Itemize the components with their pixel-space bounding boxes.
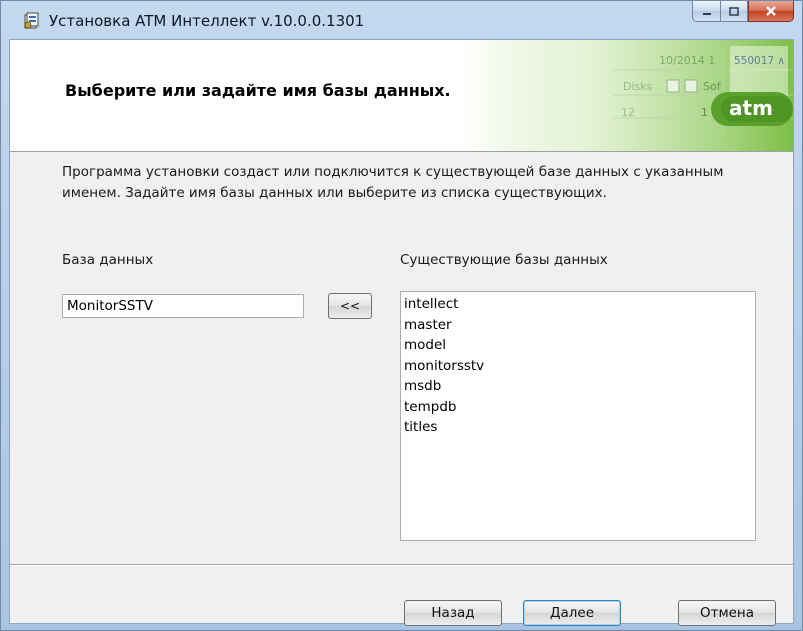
header-banner: Выберите или задайте имя базы данных. 10… — [10, 40, 793, 152]
close-button[interactable] — [748, 1, 794, 22]
list-item[interactable]: master — [403, 315, 755, 336]
list-item[interactable]: model — [403, 335, 755, 356]
atm-logo: atm — [729, 96, 773, 120]
page-heading: Выберите или задайте имя базы данных. — [65, 81, 451, 100]
existing-databases-label: Существующие базы данных — [400, 252, 608, 268]
caption-buttons — [692, 1, 794, 23]
banner-fragment-12: 12 — [621, 106, 635, 119]
cancel-button[interactable]: Отмена — [678, 600, 776, 626]
installer-icon — [23, 12, 41, 30]
select-from-list-button[interactable]: << — [328, 293, 372, 319]
dialog-client-area: Выберите или задайте имя базы данных. 10… — [9, 39, 794, 626]
existing-databases-list[interactable]: intellect master model monitorsstv msdb … — [400, 291, 756, 541]
maximize-button[interactable] — [720, 1, 748, 22]
list-item[interactable]: monitorsstv — [403, 356, 755, 377]
maximize-icon — [728, 2, 740, 21]
banner-fragment-1: 1 — [701, 106, 708, 119]
back-button[interactable]: Назад — [404, 600, 502, 626]
banner-fragment-soft: Sof — [703, 80, 722, 93]
banner-fragment-disks: Disks — [623, 80, 653, 93]
banner-fragment-date: 10/2014 1 — [659, 54, 715, 67]
minimize-button[interactable] — [692, 1, 720, 22]
footer-divider — [10, 564, 793, 566]
list-item[interactable]: tempdb — [403, 397, 755, 418]
database-label: База данных — [62, 252, 154, 268]
window-title: Установка ATM Интеллект v.10.0.0.1301 — [49, 12, 365, 30]
description-text: Программа установки создаст или подключи… — [62, 164, 724, 201]
minimize-icon — [701, 2, 713, 21]
database-name-input[interactable] — [62, 294, 304, 318]
next-button[interactable]: Далее — [523, 600, 621, 626]
list-item[interactable]: intellect — [403, 294, 755, 315]
installer-window: Установка ATM Интеллект v.10.0.0.1301 Вы… — [0, 0, 803, 631]
list-item[interactable]: titles — [403, 417, 755, 438]
banner-fragment-id: 550017 ∧ — [734, 55, 785, 67]
list-item[interactable]: msdb — [403, 376, 755, 397]
banner-art: 10/2014 1 550017 ∧ Disks Sof 12 1 atm — [463, 40, 793, 151]
title-bar[interactable]: Установка ATM Интеллект v.10.0.0.1301 — [1, 1, 802, 39]
close-icon — [764, 2, 778, 21]
